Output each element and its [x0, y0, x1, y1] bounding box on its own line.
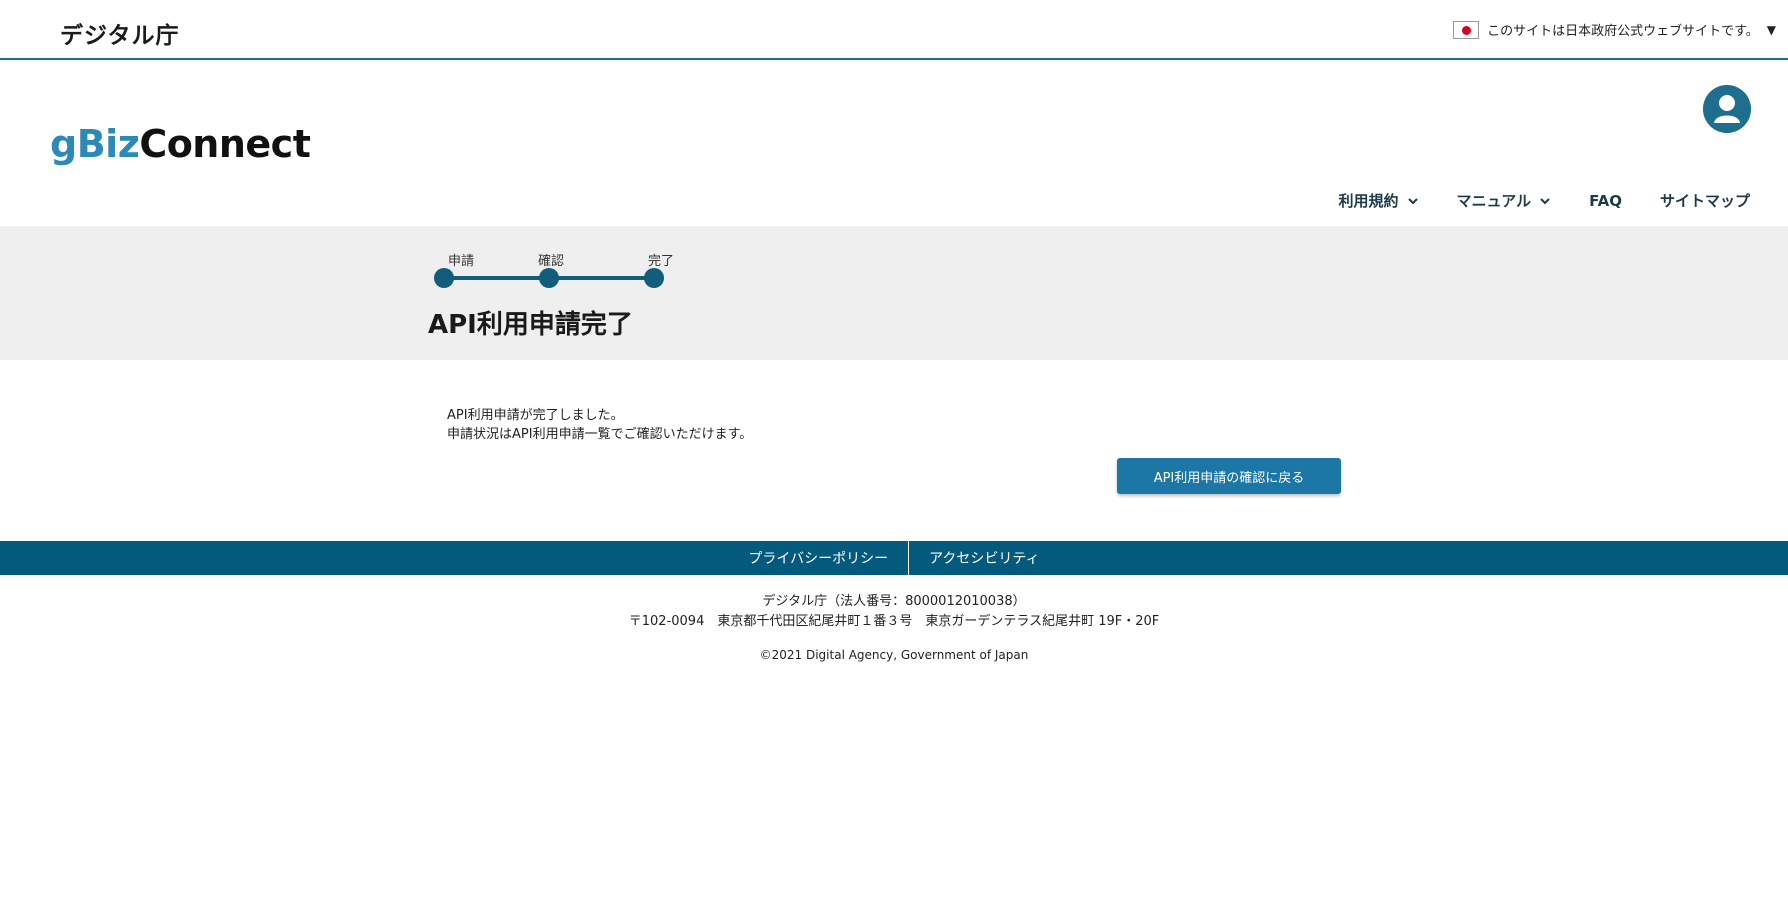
- step-apply-dot: [434, 268, 454, 288]
- main-nav: 利用規約 マニュアル FAQ サイトマップ: [1339, 190, 1750, 211]
- logo-part-gbiz: gBiz: [50, 122, 140, 166]
- user-avatar-icon[interactable]: [1703, 85, 1751, 133]
- step-band: 申請 確認 完了 API利用申請完了: [0, 226, 1788, 360]
- logo-part-connect: Connect: [139, 122, 311, 166]
- footer-org-line: デジタル庁（法人番号：8000012010038）: [762, 594, 1026, 609]
- japan-flag-icon: [1453, 20, 1480, 39]
- nav-item-terms[interactable]: 利用規約: [1339, 190, 1419, 211]
- footer-links: プライバシーポリシー アクセシビリティ: [0, 541, 1788, 575]
- nav-item-sitemap-label: サイトマップ: [1659, 192, 1750, 210]
- completion-message-line2: 申請状況はAPI利用申請一覧でご確認いただけます。: [447, 427, 753, 442]
- step-apply-label: 申請: [448, 254, 475, 269]
- step-confirm-dot: [539, 268, 559, 288]
- nav-item-manual-label: マニュアル: [1456, 192, 1532, 210]
- completion-message: API利用申請が完了しました。 申請状況はAPI利用申請一覧でご確認いただけます…: [447, 406, 752, 444]
- nav-item-faq-label: FAQ: [1589, 191, 1622, 210]
- nav-item-sitemap[interactable]: サイトマップ: [1660, 190, 1750, 211]
- chevron-down-icon: [1540, 197, 1550, 204]
- main-content: API利用申請が完了しました。 申請状況はAPI利用申請一覧でご確認いただけます…: [0, 360, 1788, 540]
- copyright: ©2021 Digital Agency, Government of Japa…: [759, 648, 1029, 662]
- nav-item-faq[interactable]: FAQ: [1589, 192, 1622, 210]
- completion-message-line1: API利用申請が完了しました。: [447, 408, 624, 423]
- site-header: gBizConnect 利用規約 マニュアル FAQ サイトマップ: [0, 62, 1788, 226]
- agency-title[interactable]: デジタル庁: [60, 16, 180, 50]
- official-site-notice-text: このサイトは日本政府公式ウェブサイトです。: [1487, 24, 1759, 39]
- page-title: API利用申請完了: [428, 310, 633, 340]
- chevron-down-icon: [1407, 197, 1418, 204]
- nav-item-terms-label: 利用規約: [1338, 192, 1399, 210]
- footer-address-line: 〒102-0094 東京都千代田区紀尾井町１番３号 東京ガーデンテラス紀尾井町 …: [628, 614, 1160, 629]
- progress-steps: 申請 確認 完了: [430, 250, 690, 290]
- page: デジタル庁 このサイトは日本政府公式ウェブサイトです。 ▼ gBizConnec…: [0, 0, 1788, 902]
- back-to-api-confirm-button[interactable]: API利用申請の確認に戻る: [1117, 458, 1341, 494]
- gbizconnect-logo[interactable]: gBizConnect: [50, 122, 311, 166]
- nav-item-manual[interactable]: マニュアル: [1457, 190, 1552, 211]
- footer-info: デジタル庁（法人番号：8000012010038） 〒102-0094 東京都千…: [0, 592, 1788, 632]
- caret-down-icon: ▼: [1766, 22, 1776, 37]
- step-confirm-label: 確認: [538, 254, 565, 269]
- government-bar: デジタル庁 このサイトは日本政府公式ウェブサイトです。 ▼: [0, 0, 1788, 60]
- step-complete-dot: [644, 268, 664, 288]
- official-site-notice[interactable]: このサイトは日本政府公式ウェブサイトです。 ▼: [1453, 20, 1776, 39]
- footer-link-accessibility[interactable]: アクセシビリティ: [909, 548, 1059, 568]
- footer-bar: プライバシーポリシー アクセシビリティ: [0, 541, 1788, 575]
- step-complete-label: 完了: [648, 254, 675, 269]
- footer-link-privacy[interactable]: プライバシーポリシー: [728, 548, 908, 568]
